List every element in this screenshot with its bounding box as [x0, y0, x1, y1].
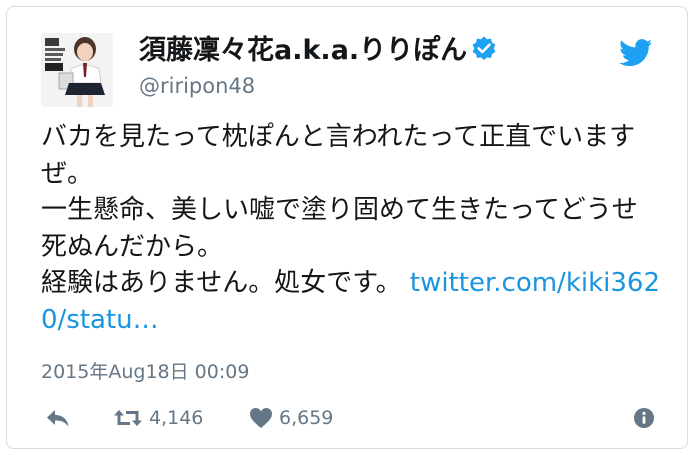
like-button[interactable]: 6,659	[249, 403, 333, 433]
info-icon	[633, 407, 655, 429]
tweet-text: バカを見たって枕ぽんと言われたって正直でいますぜ。 一生懸命、美しい嘘で塗り固め…	[41, 119, 661, 338]
like-count: 6,659	[279, 407, 334, 429]
tweet-actions: 4,146 6,659	[41, 403, 661, 433]
display-name[interactable]: 須藤凜々花a.k.a.りりぽん	[139, 35, 497, 69]
display-name-text: 須藤凜々花a.k.a.りりぽん	[139, 35, 468, 66]
username-handle[interactable]: @riripon48	[139, 74, 255, 98]
verified-badge-icon	[471, 35, 497, 69]
retweet-icon	[113, 407, 143, 429]
avatar-image	[41, 33, 113, 107]
tweet-timestamp[interactable]: 2015年Aug18日 00:09	[41, 357, 249, 384]
twitter-bird-icon[interactable]	[619, 39, 653, 71]
retweet-button[interactable]: 4,146	[113, 403, 203, 433]
heart-icon	[249, 407, 273, 429]
reply-icon	[45, 407, 71, 429]
tweet-card: 須藤凜々花a.k.a.りりぽん @riripon48 バカを見たって枕ぽんと言わ…	[6, 6, 688, 449]
info-button[interactable]	[633, 403, 655, 433]
retweet-count: 4,146	[149, 407, 204, 429]
avatar[interactable]	[41, 33, 113, 107]
reply-button[interactable]	[45, 403, 71, 433]
